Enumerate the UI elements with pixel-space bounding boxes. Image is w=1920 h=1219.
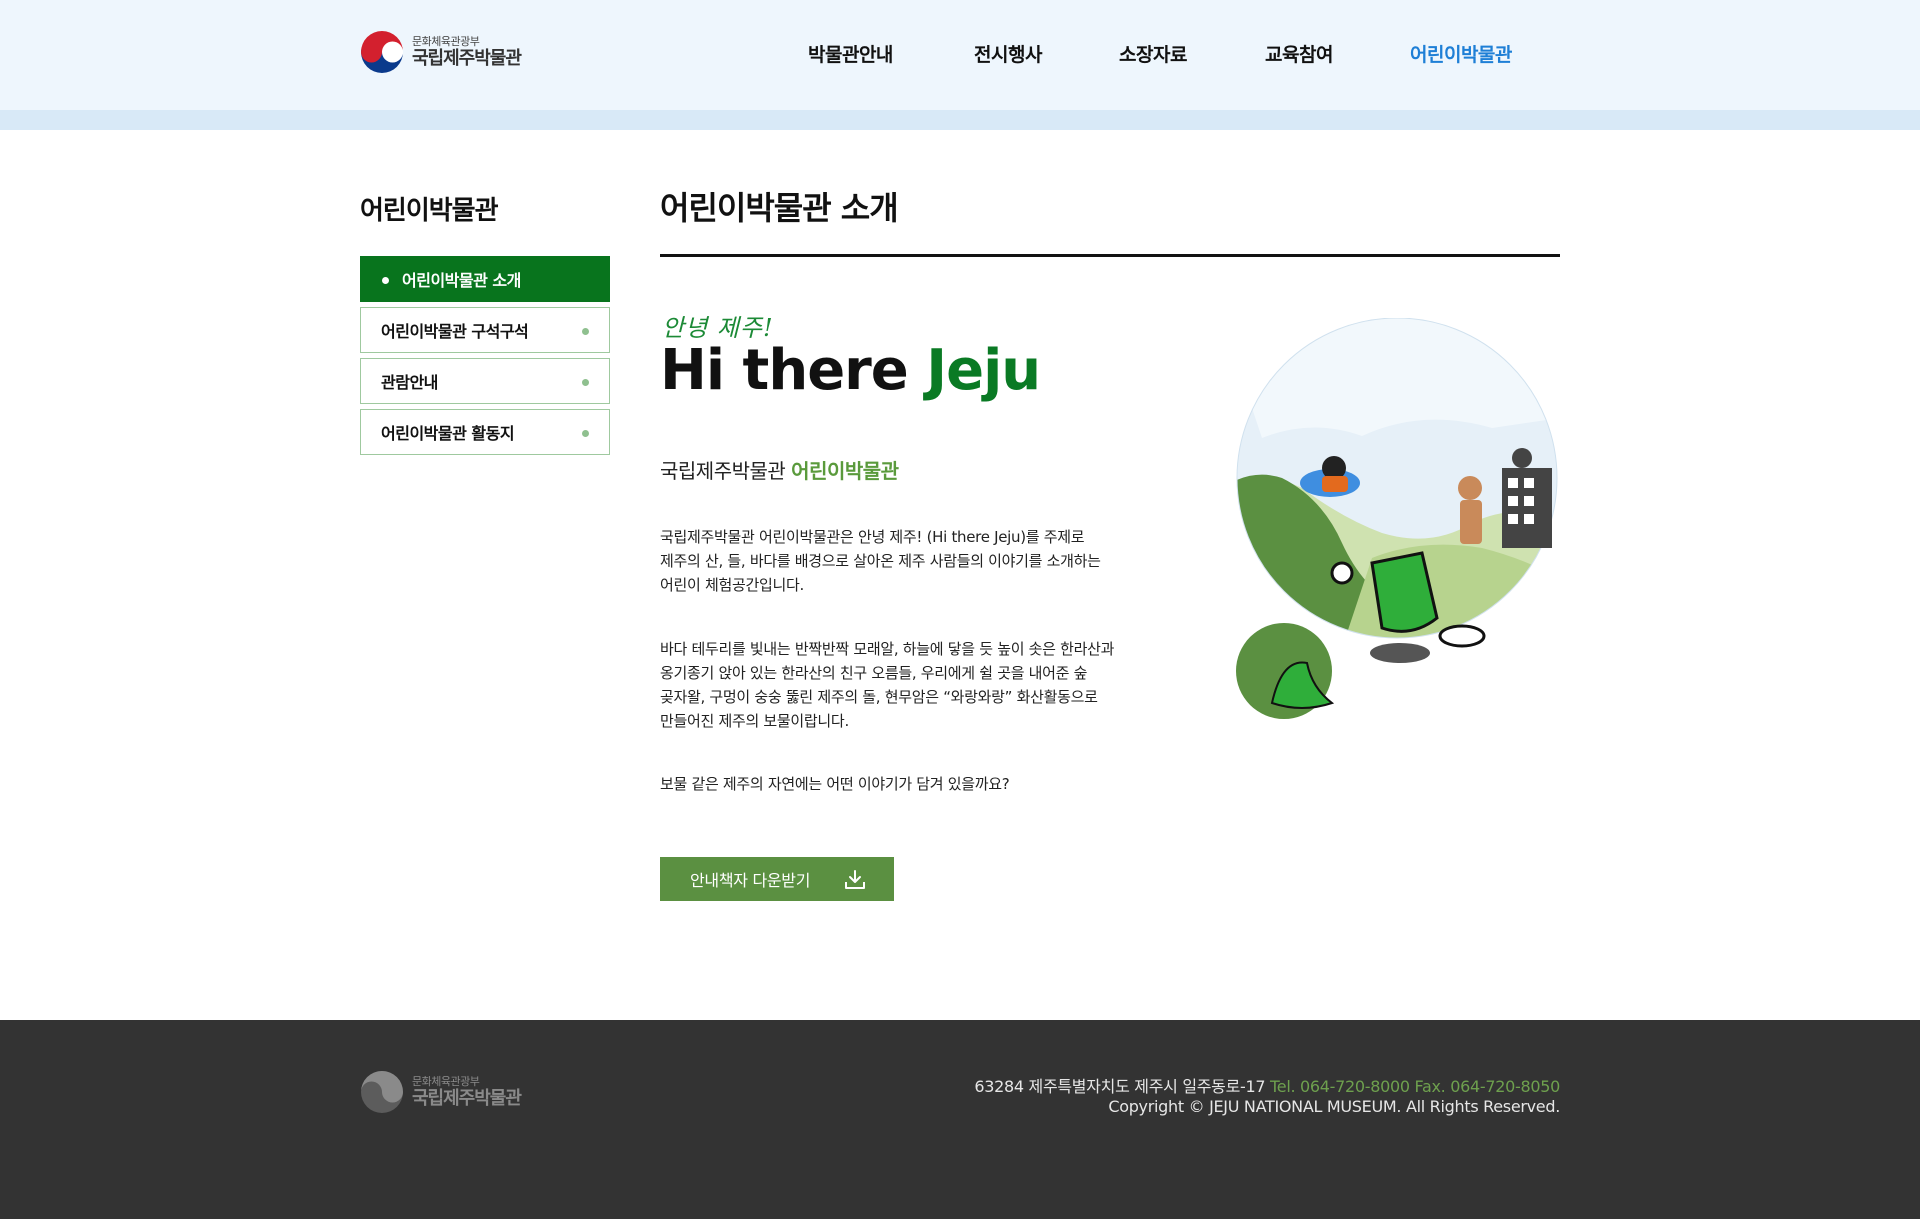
museum-logo-link[interactable]: 문화체육관광부 국립제주박물관 — [360, 29, 535, 75]
site-header — [0, 0, 1920, 110]
sidebar-item-visit-guide[interactable]: 관람안내 — [360, 358, 610, 404]
sidebar-item-label: 관람안내 — [381, 373, 438, 392]
sidebar-item-intro[interactable]: 어린이박물관 소개 — [360, 256, 610, 302]
intro-paragraph-2: 바다 테두리를 빛내는 반짝반짝 모래알, 하늘에 닿을 듯 높이 솟은 한라산… — [660, 640, 1115, 730]
footer-copyright: Copyright © JEJU NATIONAL MUSEUM. All Ri… — [1108, 1097, 1560, 1116]
intro-paragraph-3: 보물 같은 제주의 자연에는 어떤 이야기가 담겨 있을까요? — [660, 775, 1010, 793]
page-title: 어린이박물관 소개 — [660, 189, 899, 227]
sidebar-title: 어린이박물관 — [360, 196, 499, 226]
footer-address-text: 63284 제주특별자치도 제주시 일주동로-17 — [974, 1077, 1271, 1096]
bullet-dot-icon — [382, 277, 389, 284]
footer-logo-ministry-text: 문화체육관광부 — [412, 1075, 480, 1088]
sidebar-item-label: 어린이박물관 활동지 — [381, 424, 515, 443]
nav-exhibitions[interactable]: 전시행사 — [974, 40, 1042, 70]
download-button-label: 안내책자 다운받기 — [690, 871, 811, 890]
bullet-dot-icon — [582, 379, 589, 386]
footer-address: 63284 제주특별자치도 제주시 일주동로-17 Tel. 064-720-8… — [974, 1073, 1560, 1097]
download-guidebook-button[interactable]: 안내책자 다운받기 — [660, 857, 894, 901]
taegeuk-logo-icon — [361, 31, 403, 73]
hero-text-black: Hi there — [660, 338, 927, 403]
footer-logo-link[interactable]: 문화체육관광부 국립제주박물관 — [360, 1069, 535, 1115]
sidebar-item-label: 어린이박물관 구석구석 — [381, 322, 529, 341]
bullet-dot-icon — [582, 328, 589, 335]
sidebar-item-explore[interactable]: 어린이박물관 구석구석 — [360, 307, 610, 353]
footer-contact: Tel. 064-720-8000 Fax. 064-720-8050 — [1270, 1077, 1560, 1096]
hero-text-green: Jeju — [926, 338, 1041, 403]
footer-logo-museum-text: 국립제주박물관 — [412, 1088, 522, 1109]
logo-ministry-text: 문화체육관광부 — [412, 35, 480, 48]
nav-childrens-museum[interactable]: 어린이박물관 — [1410, 40, 1512, 70]
title-divider — [660, 254, 1560, 257]
nav-collections[interactable]: 소장자료 — [1119, 40, 1187, 70]
intro-paragraph-1: 국립제주박물관 어린이박물관은 안녕 제주! (Hi there Jeju)를 … — [660, 528, 1101, 594]
header-divider-stripe — [0, 110, 1920, 130]
sidebar-item-label: 어린이박물관 소개 — [402, 271, 521, 290]
nav-education[interactable]: 교육참여 — [1265, 40, 1333, 70]
download-icon — [845, 870, 865, 889]
subheading: 국립제주박물관 어린이박물관 — [660, 455, 899, 484]
taegeuk-logo-gray-icon — [361, 1071, 403, 1113]
sidebar-item-worksheets[interactable]: 어린이박물관 활동지 — [360, 409, 610, 455]
logo-museum-text: 국립제주박물관 — [412, 48, 522, 69]
nav-museum-info[interactable]: 박물관안내 — [808, 40, 893, 70]
bullet-dot-icon — [582, 430, 589, 437]
subhead-prefix: 국립제주박물관 — [660, 459, 792, 483]
hero-heading: Hi there Jeju — [660, 343, 1041, 399]
site-footer — [0, 1020, 1920, 1219]
subhead-highlight: 어린이박물관 — [791, 459, 899, 483]
jeju-illustration — [1236, 318, 1558, 719]
